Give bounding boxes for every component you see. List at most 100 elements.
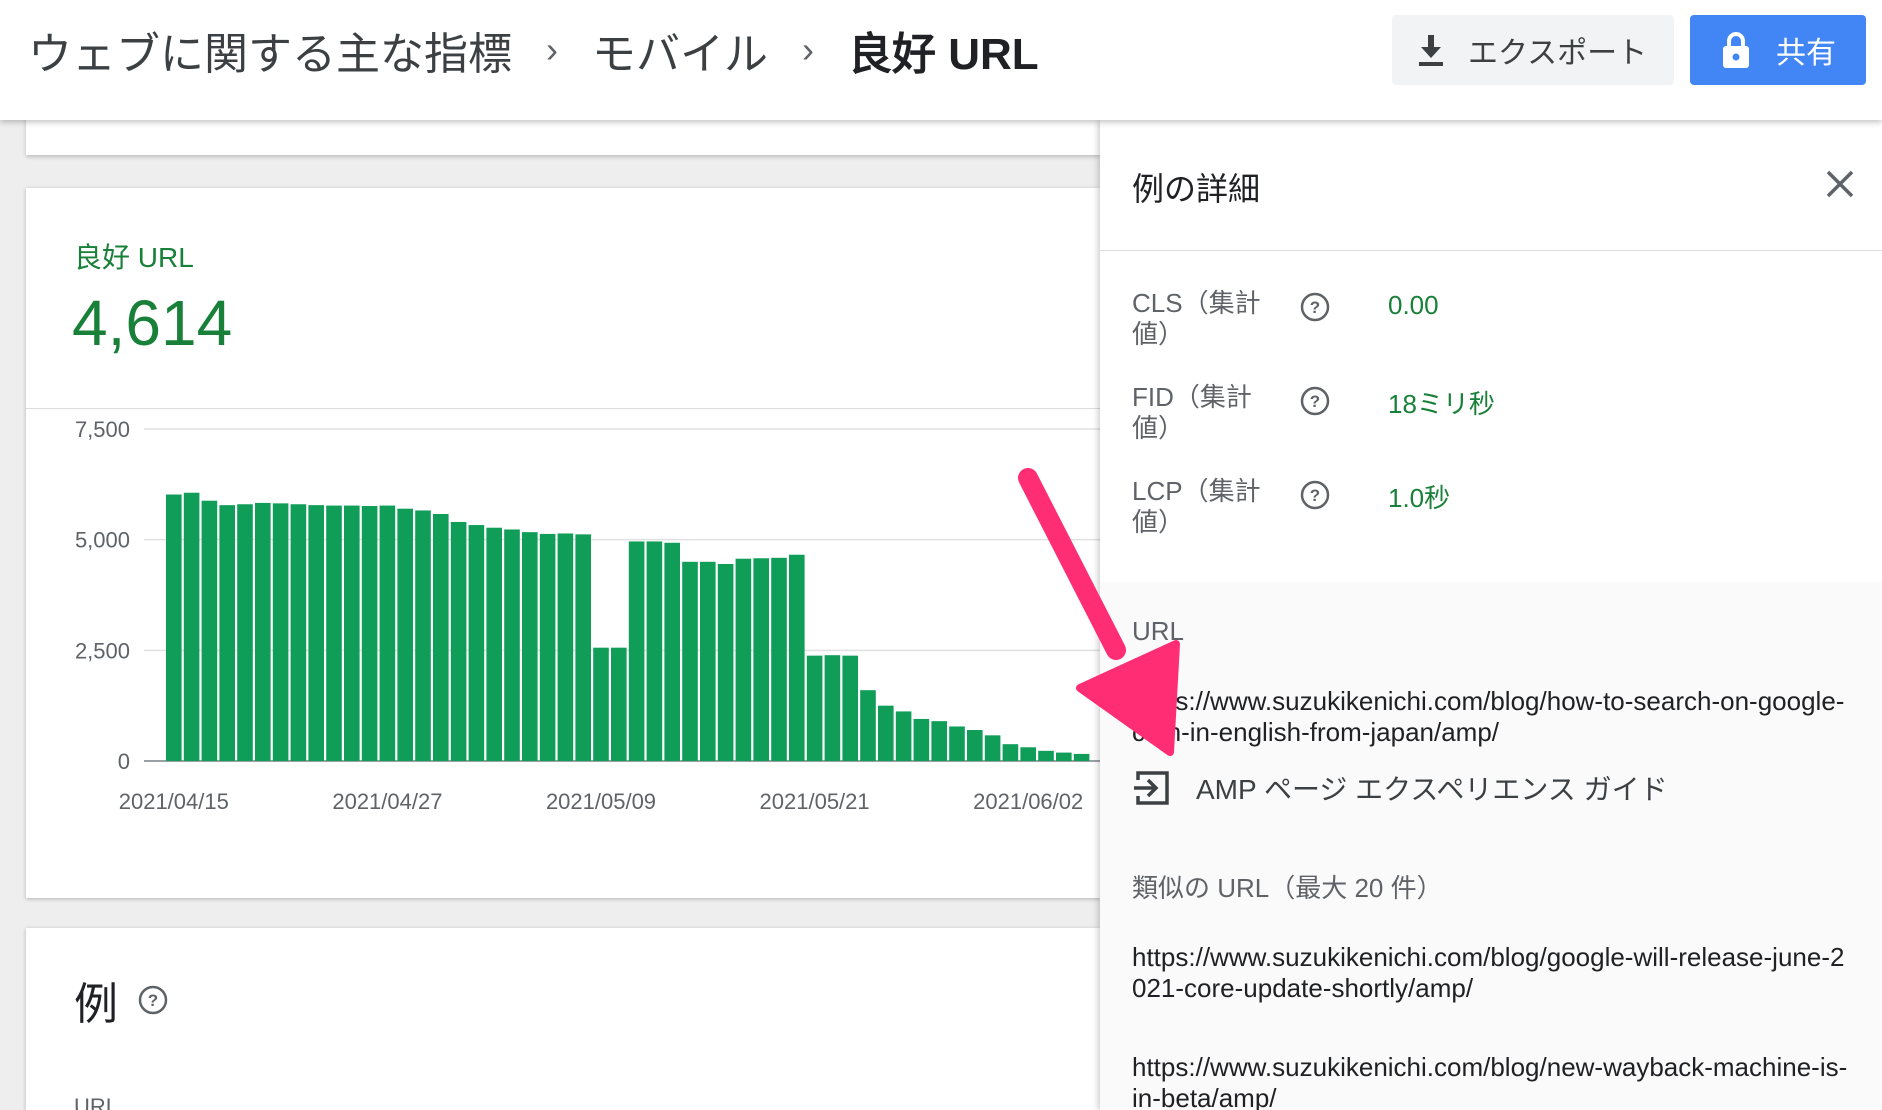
similar-url[interactable]: https://www.suzukikenichi.com/blog/new-w… (1132, 1052, 1852, 1110)
export-button[interactable]: エクスポート (1392, 15, 1674, 85)
similar-urls-label: 類似の URL（最大 20 件） (1132, 873, 1443, 903)
breadcrumb: ウェブに関する主な指標 › モバイル › 良好 URL (28, 0, 1039, 100)
metric-value: 1.0秒 (1388, 483, 1451, 513)
chart-bar[interactable] (949, 726, 965, 761)
chart-bar[interactable] (1002, 744, 1019, 761)
chart-bar[interactable] (682, 561, 698, 761)
similar-url[interactable]: https://www.suzukikenichi.com/blog/googl… (1132, 942, 1852, 1004)
examples-card: 例 ? URL (26, 928, 1100, 1110)
chart-bar[interactable] (931, 721, 947, 761)
breadcrumb-mobile[interactable]: モバイル (592, 18, 768, 82)
chart-bar[interactable] (557, 533, 574, 761)
divider (1100, 250, 1882, 251)
panel-metrics-section: 例の詳細 CLS（集計値） ? 0.00 FID（集計値） ? 18ミリ秒 LC… (1100, 120, 1882, 582)
chart-bar[interactable] (895, 711, 912, 761)
chart-bar[interactable] (753, 558, 769, 761)
chart-bar[interactable] (344, 505, 360, 761)
metric-value: 18ミリ秒 (1388, 389, 1495, 419)
chart-bar[interactable] (593, 647, 609, 761)
chart-bar[interactable] (255, 502, 271, 761)
example-url[interactable]: https://www.suzukikenichi.com/blog/how-t… (1132, 686, 1852, 748)
breadcrumb-separator-icon: › (802, 29, 814, 70)
metric-row-lcp: LCP（集計値） ? 1.0秒 (1132, 476, 1852, 546)
chart-bar[interactable] (611, 647, 627, 761)
chart-bar[interactable] (379, 505, 396, 761)
chart-bar[interactable] (1038, 750, 1054, 761)
chart-bar[interactable] (415, 510, 431, 761)
good-urls-count: 4,614 (72, 287, 233, 359)
url-section-label: URL (1132, 616, 1185, 646)
chart-bar[interactable] (789, 554, 805, 761)
chart-bar[interactable] (539, 533, 556, 761)
chart-bar[interactable] (967, 730, 983, 761)
chart-bar[interactable] (1056, 752, 1072, 761)
chart-bar[interactable] (700, 561, 716, 761)
chart-bar[interactable] (735, 558, 752, 761)
chart-bar[interactable] (486, 527, 502, 761)
breadcrumb-separator-icon: › (546, 29, 558, 70)
x-tick-label: 2021/04/27 (332, 789, 442, 814)
y-tick-label: 0 (118, 749, 130, 774)
chart-bar[interactable] (913, 718, 930, 761)
chart-bar[interactable] (201, 500, 218, 761)
chart-bar[interactable] (842, 655, 858, 761)
chart-bar[interactable] (308, 505, 324, 761)
chart-bar[interactable] (646, 541, 663, 761)
chart-bar[interactable] (664, 542, 680, 761)
y-tick-label: 2,500 (75, 638, 130, 663)
chart-bar[interactable] (984, 735, 1001, 761)
x-tick-label: 2021/04/15 (119, 789, 229, 814)
share-button[interactable]: 共有 (1690, 15, 1866, 85)
metric-value: 0.00 (1388, 290, 1439, 320)
x-tick-label: 2021/05/09 (546, 789, 656, 814)
amp-guide-label: AMP ページ エクスペリエンス ガイド (1196, 774, 1668, 805)
chart-bar[interactable] (522, 532, 538, 761)
chart-bar[interactable] (717, 564, 734, 761)
metric-label: FID（集計値） (1132, 382, 1252, 443)
chart-bar[interactable] (326, 505, 342, 761)
close-icon[interactable] (1820, 164, 1860, 204)
examples-title: 例 (74, 980, 118, 1029)
chart-bar[interactable] (575, 534, 591, 761)
amp-guide-link[interactable]: AMP ページ エクスペリエンス ガイド (1132, 768, 1668, 808)
example-details-panel: 例の詳細 CLS（集計値） ? 0.00 FID（集計値） ? 18ミリ秒 LC… (1100, 120, 1882, 1110)
chart-bar[interactable] (219, 505, 235, 761)
chart-bar[interactable] (1073, 753, 1090, 761)
svg-text:?: ? (1310, 298, 1320, 317)
chart-bar[interactable] (1020, 747, 1036, 761)
metric-row-fid: FID（集計値） ? 18ミリ秒 (1132, 382, 1852, 452)
svg-text:?: ? (148, 991, 158, 1010)
good-urls-bar-chart: 7,500 5,000 2,500 0 2021/04/15 2021/04/27 2021… (75, 417, 1100, 814)
chart-bar[interactable] (860, 690, 876, 761)
breadcrumb-core-web-vitals[interactable]: ウェブに関する主な指標 (28, 18, 512, 82)
chart-bar[interactable] (237, 504, 253, 761)
chart-bar[interactable] (361, 506, 378, 761)
help-icon[interactable]: ? (138, 985, 168, 1015)
svg-text:?: ? (1310, 486, 1320, 505)
open-in-icon (1134, 771, 1169, 805)
good-urls-chart-card: 良好 URL 4,614 7,500 5,000 2,500 0 2021/04/15 2… (26, 188, 1100, 898)
chart-bar[interactable] (628, 541, 645, 761)
export-label: エクスポート (1468, 37, 1648, 70)
chart-bar[interactable] (290, 504, 307, 761)
chart-bar[interactable] (468, 525, 485, 761)
chart-bar[interactable] (450, 521, 467, 761)
chart-bar[interactable] (824, 655, 841, 761)
help-icon[interactable]: ? (1300, 480, 1330, 510)
help-icon[interactable]: ? (1300, 386, 1330, 416)
chart-bar[interactable] (272, 503, 289, 761)
chart-bar[interactable] (771, 557, 787, 761)
chart-bar[interactable] (166, 494, 182, 761)
panel-title: 例の詳細 (1132, 171, 1261, 207)
chart-bar[interactable] (504, 529, 520, 761)
chart-bar[interactable] (878, 705, 894, 761)
x-tick-label: 2021/05/21 (760, 789, 870, 814)
chart-bar[interactable] (806, 655, 823, 761)
chart-bar[interactable] (433, 513, 449, 761)
chart-bar[interactable] (397, 508, 413, 761)
y-tick-label: 5,000 (75, 528, 130, 553)
good-urls-label: 良好 URL (74, 242, 194, 273)
chart-bar[interactable] (183, 492, 200, 761)
help-icon[interactable]: ? (1300, 292, 1330, 322)
x-tick-label: 2021/06/02 (973, 789, 1083, 814)
